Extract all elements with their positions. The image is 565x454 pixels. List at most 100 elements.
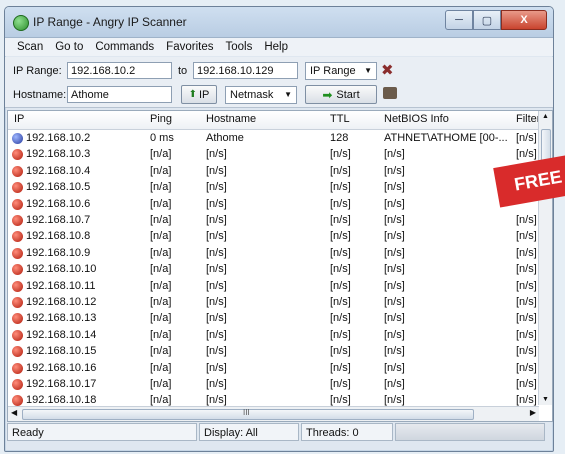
table-row[interactable]: 192.168.10.12 [n/a] [n/s] [n/s] [n/s] [n/s] [8, 294, 539, 310]
minimize-button[interactable]: ─ [445, 10, 473, 30]
table-row[interactable]: 192.168.10.2 0 ms Athome 128 ATHNET\ATHOME [… [8, 130, 539, 146]
cell-netbios: [n/s] [384, 230, 405, 243]
results-table: IP Ping Hostname TTL NetBIOS Info Filter… [7, 110, 553, 422]
cell-netbios: [n/s] [384, 345, 405, 358]
cell-netbios: [n/s] [384, 328, 405, 341]
cell-netbios: [n/s] [384, 378, 405, 390]
fetchers-icon[interactable] [383, 87, 397, 99]
arrow-right-icon: ➡ [322, 87, 333, 102]
vertical-scrollbar[interactable]: ▲ ▼ [538, 111, 552, 405]
cell-filtered: [n/s] [516, 279, 537, 292]
maximize-button[interactable]: ▢ [473, 10, 501, 30]
cell-ping: [n/a] [150, 361, 172, 374]
cell-netbios: [n/s] [384, 214, 405, 226]
ip-from-input[interactable]: 192.168.10.2 [67, 62, 172, 79]
host-dead-icon [12, 198, 23, 210]
menu-scan[interactable]: Scan [11, 41, 49, 53]
cell-ip: 192.168.10.12 [26, 296, 97, 308]
scroll-down-icon[interactable]: ▼ [542, 396, 549, 403]
vertical-scroll-thumb[interactable] [541, 129, 551, 161]
menu-bar: Scan Go to Commands Favorites Tools Help [5, 38, 553, 56]
tools-icon[interactable]: ✖ [381, 61, 394, 79]
table-row[interactable]: 192.168.10.8 [n/a] [n/s] [n/s] [n/s] [n/s] [8, 228, 539, 244]
host-dead-icon [12, 329, 23, 341]
host-dead-icon [12, 362, 23, 374]
cell-ping: [n/a] [150, 328, 172, 341]
netmask-select[interactable]: Netmask ▼ [225, 86, 297, 104]
toolbar: IP Range: 192.168.10.2 to 192.168.10.129… [5, 57, 553, 108]
menu-commands[interactable]: Commands [89, 41, 160, 53]
table-row[interactable]: 192.168.10.6 [n/a] [n/s] [n/s] [n/s] [8, 196, 539, 212]
hostname-input[interactable]: Athome [67, 86, 172, 103]
cell-filtered: [n/s] [516, 296, 537, 308]
cell-ip: 192.168.10.17 [26, 378, 97, 390]
table-row[interactable]: 192.168.10.9 [n/a] [n/s] [n/s] [n/s] [n/s] [8, 245, 539, 261]
cell-ttl: [n/s] [330, 246, 351, 259]
table-row[interactable]: 192.168.10.7 [n/a] [n/s] [n/s] [n/s] [n/s] [8, 212, 539, 228]
table-row[interactable]: 192.168.10.10 [n/a] [n/s] [n/s] [n/s] [n/s] [8, 261, 539, 277]
close-button[interactable]: X [501, 10, 547, 30]
cell-ttl: [n/s] [330, 181, 351, 194]
cell-ip: 192.168.10.13 [26, 312, 97, 325]
menu-goto[interactable]: Go to [49, 41, 89, 53]
cell-hostname: [n/s] [206, 279, 227, 292]
table-row[interactable]: 192.168.10.5 [n/a] [n/s] [n/s] [n/s] [8, 179, 539, 195]
menu-favorites[interactable]: Favorites [160, 41, 219, 53]
start-button[interactable]: ➡ Start [305, 85, 377, 104]
cell-ping: 0 ms [150, 132, 174, 144]
host-dead-icon [12, 280, 23, 292]
scroll-right-icon[interactable]: ▶ [530, 408, 536, 417]
host-dead-icon [12, 379, 23, 390]
cell-netbios: [n/s] [384, 361, 405, 374]
cell-ip: 192.168.10.16 [26, 361, 97, 374]
host-dead-icon [12, 149, 23, 161]
table-row[interactable]: 192.168.10.14 [n/a] [n/s] [n/s] [n/s] [n/s] [8, 327, 539, 343]
cell-netbios: [n/s] [384, 296, 405, 308]
cell-ping: [n/a] [150, 214, 172, 226]
window-title: IP Range - Angry IP Scanner [33, 15, 187, 29]
feeder-select[interactable]: IP Range ▼ [305, 62, 377, 80]
cell-ping: [n/a] [150, 378, 172, 390]
table-row[interactable]: 192.168.10.11 [n/a] [n/s] [n/s] [n/s] [n/s] [8, 278, 539, 294]
horizontal-scrollbar[interactable]: ◀ III ▶ [8, 406, 539, 421]
cell-hostname: [n/s] [206, 246, 227, 259]
column-ping[interactable]: Ping [150, 113, 172, 125]
cell-filtered: [n/s] [516, 361, 537, 374]
table-row[interactable]: 192.168.10.13 [n/a] [n/s] [n/s] [n/s] [n/s] [8, 310, 539, 326]
cell-ping: [n/a] [150, 246, 172, 259]
ip-button[interactable]: ⬆ IP [181, 85, 217, 104]
column-ttl[interactable]: TTL [330, 113, 350, 125]
cell-ip: 192.168.10.6 [26, 197, 91, 210]
table-row[interactable]: 192.168.10.4 [n/a] [n/s] [n/s] [n/s] [8, 163, 539, 179]
table-header: IP Ping Hostname TTL NetBIOS Info Filter… [8, 111, 552, 130]
cell-ip: 192.168.10.3 [26, 148, 91, 161]
cell-ping: [n/a] [150, 394, 172, 407]
cell-ttl: [n/s] [330, 214, 351, 226]
scroll-up-icon[interactable]: ▲ [542, 113, 549, 120]
menu-help[interactable]: Help [258, 41, 294, 53]
table-row[interactable]: 192.168.10.16 [n/a] [n/s] [n/s] [n/s] [n/s] [8, 360, 539, 376]
column-ip[interactable]: IP [14, 113, 24, 125]
menu-tools[interactable]: Tools [219, 41, 258, 53]
cell-ttl: [n/s] [330, 296, 351, 308]
scroll-left-icon[interactable]: ◀ [11, 408, 17, 417]
column-netbios[interactable]: NetBIOS Info [384, 113, 449, 125]
cell-hostname: [n/s] [206, 394, 227, 407]
feeder-select-value: IP Range [310, 65, 356, 77]
ip-to-input[interactable]: 192.168.10.129 [193, 62, 298, 79]
horizontal-scroll-thumb[interactable]: III [22, 408, 474, 420]
cell-ttl: [n/s] [330, 312, 351, 325]
start-button-label: Start [336, 88, 360, 101]
cell-ip: 192.168.10.7 [26, 214, 91, 226]
cell-netbios: [n/s] [384, 181, 405, 194]
cell-ttl: [n/s] [330, 197, 351, 210]
cell-hostname: [n/s] [206, 214, 227, 226]
table-row[interactable]: 192.168.10.3 [n/a] [n/s] [n/s] [n/s] [n/s] [8, 146, 539, 162]
cell-ip: 192.168.10.10 [26, 263, 97, 276]
table-row[interactable]: 192.168.10.15 [n/a] [n/s] [n/s] [n/s] [n/s] [8, 343, 539, 359]
host-dead-icon [12, 395, 23, 407]
chevron-down-icon: ▼ [364, 66, 372, 75]
column-hostname[interactable]: Hostname [206, 113, 256, 125]
table-row[interactable]: 192.168.10.17 [n/a] [n/s] [n/s] [n/s] [n/s] [8, 376, 539, 392]
cell-netbios: [n/s] [384, 279, 405, 292]
